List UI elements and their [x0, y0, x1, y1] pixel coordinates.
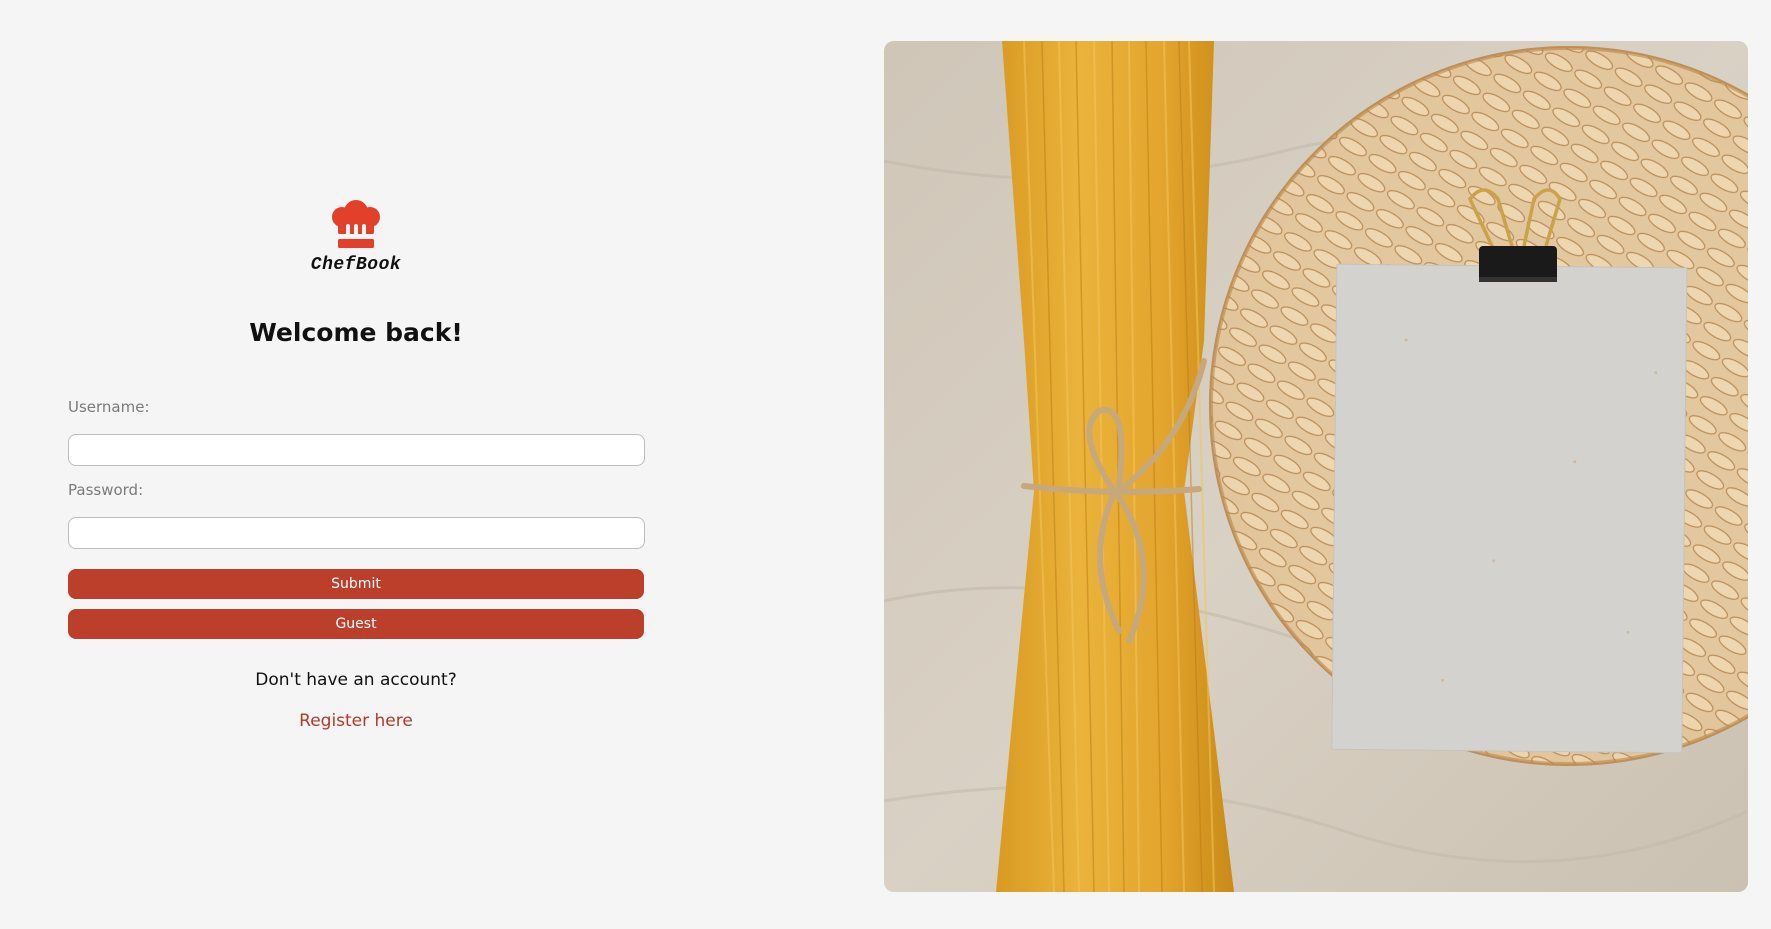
submit-button[interactable]: Submit [68, 569, 644, 599]
no-account-text: Don't have an account? [255, 670, 457, 690]
brand-name: ChefBook [310, 255, 402, 275]
hero-image [884, 41, 1748, 892]
chef-hat-icon [332, 200, 380, 248]
page-title: Welcome back! [249, 318, 463, 347]
password-input[interactable] [68, 517, 645, 549]
guest-button[interactable]: Guest [68, 609, 644, 639]
login-panel: ChefBook Welcome back! Username: Passwor… [0, 0, 712, 929]
username-input[interactable] [68, 434, 645, 466]
pasta-photo [884, 41, 1748, 892]
brand-logo: ChefBook [0, 200, 712, 275]
password-label: Password: [68, 481, 144, 499]
username-label: Username: [68, 398, 150, 416]
register-link[interactable]: Register here [0, 711, 712, 731]
login-page: ChefBook Welcome back! Username: Passwor… [0, 0, 1771, 929]
